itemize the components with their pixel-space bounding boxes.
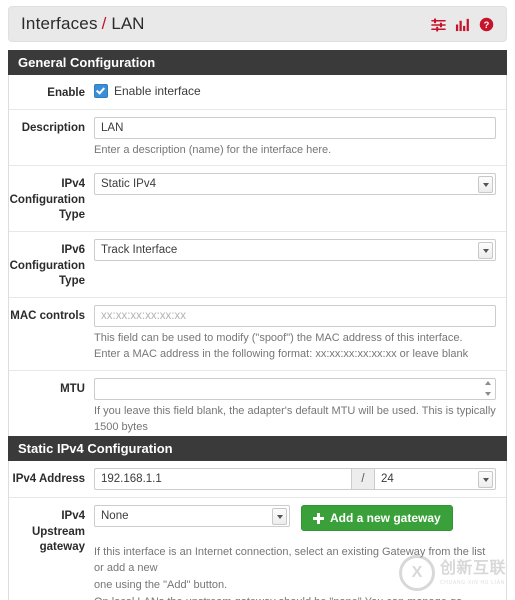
enable-interface-checkbox-group[interactable]: Enable interface xyxy=(94,82,496,98)
ipv4-address-label: IPv4 Address xyxy=(12,473,85,485)
mtu-input-wrap xyxy=(94,378,496,401)
mac-controls-help-line1: This field can be used to modify ("spoof… xyxy=(94,331,463,344)
ipv4-address-slash-addon: / xyxy=(352,468,374,490)
general-configuration-title: General Configuration xyxy=(8,50,507,75)
breadcrumb-separator: / xyxy=(101,14,107,33)
row-description: Description Enter a description (name) f… xyxy=(9,110,506,167)
subnet-mask-select[interactable]: 24 xyxy=(374,468,496,490)
upstream-gateway-select-wrap: None xyxy=(94,505,290,527)
static-ipv4-configuration-body: IPv4 Address / 24 IPv4 Up xyxy=(8,461,507,600)
add-new-gateway-button[interactable]: Add a new gateway xyxy=(301,505,453,531)
upstream-gateway-label: IPv4 Upstream gateway xyxy=(31,510,85,554)
row-mac-controls: MAC controls This field can be used to m… xyxy=(9,298,506,372)
description-help: Enter a description (name) for the inter… xyxy=(94,143,332,156)
breadcrumb-root[interactable]: Interfaces xyxy=(21,14,98,34)
row-upstream-gateway: IPv4 Upstream gateway None Add a new gat… xyxy=(9,498,506,600)
header-icon-group: ? xyxy=(431,17,494,32)
ipv4-config-type-label: IPv4 Configuration Type xyxy=(9,178,85,222)
ipv4-address-group: / 24 xyxy=(94,468,496,490)
static-ipv4-configuration-title: Static IPv4 Configuration xyxy=(8,436,507,461)
add-new-gateway-button-label: Add a new gateway xyxy=(330,511,441,525)
row-enable: Enable Enable interface xyxy=(9,75,506,110)
ipv4-config-type-select[interactable]: Static IPv4 xyxy=(94,173,496,196)
ipv4-config-type-select-wrap: Static IPv4 xyxy=(94,173,496,196)
upstream-gateway-help-line2: one using the "Add" button. xyxy=(94,578,228,591)
sliders-icon[interactable] xyxy=(431,17,446,32)
svg-text:?: ? xyxy=(484,19,490,29)
enable-interface-checkbox-label: Enable interface xyxy=(114,84,201,98)
breadcrumb-bar: Interfaces / LAN ? xyxy=(8,6,507,42)
ipv6-config-type-label: IPv6 Configuration Type xyxy=(9,244,85,288)
enable-interface-checkbox[interactable] xyxy=(94,84,108,98)
static-ipv4-configuration-panel: Static IPv4 Configuration IPv4 Address /… xyxy=(8,436,507,600)
row-ipv4-config-type: IPv4 Configuration Type Static IPv4 xyxy=(9,166,506,232)
upstream-gateway-controls: None Add a new gateway xyxy=(94,505,496,531)
ipv6-config-type-select-wrap: Track Interface xyxy=(94,239,496,261)
ipv6-config-type-select[interactable]: Track Interface xyxy=(94,239,496,261)
plus-icon xyxy=(313,512,324,524)
subnet-mask-select-wrap: 24 xyxy=(374,468,496,490)
row-ipv6-config-type: IPv6 Configuration Type Track Interface xyxy=(9,232,506,298)
mac-controls-help-line2: Enter a MAC address in the following for… xyxy=(94,348,469,361)
mtu-input[interactable] xyxy=(94,378,496,401)
ipv4-address-input[interactable] xyxy=(94,468,352,490)
mac-controls-input[interactable] xyxy=(94,304,496,327)
pfsense-interface-page: Interfaces / LAN ? General Configuration… xyxy=(0,0,515,600)
upstream-gateway-help-line1: If this interface is an Internet connect… xyxy=(94,546,486,574)
mac-controls-label: MAC controls xyxy=(10,309,85,322)
enable-label: Enable xyxy=(47,87,85,99)
upstream-gateway-select[interactable]: None xyxy=(94,505,290,527)
mtu-help-line1: If you leave this field blank, the adapt… xyxy=(94,405,496,434)
breadcrumb-current: LAN xyxy=(111,14,145,33)
description-label: Description xyxy=(21,121,85,134)
upstream-gateway-help-line3: On local LANs the upstream gateway shoul… xyxy=(94,595,496,600)
description-input[interactable] xyxy=(94,116,496,139)
row-ipv4-address: IPv4 Address / 24 xyxy=(9,461,506,498)
bar-chart-icon[interactable] xyxy=(455,17,470,32)
help-circle-icon[interactable]: ? xyxy=(479,17,494,32)
